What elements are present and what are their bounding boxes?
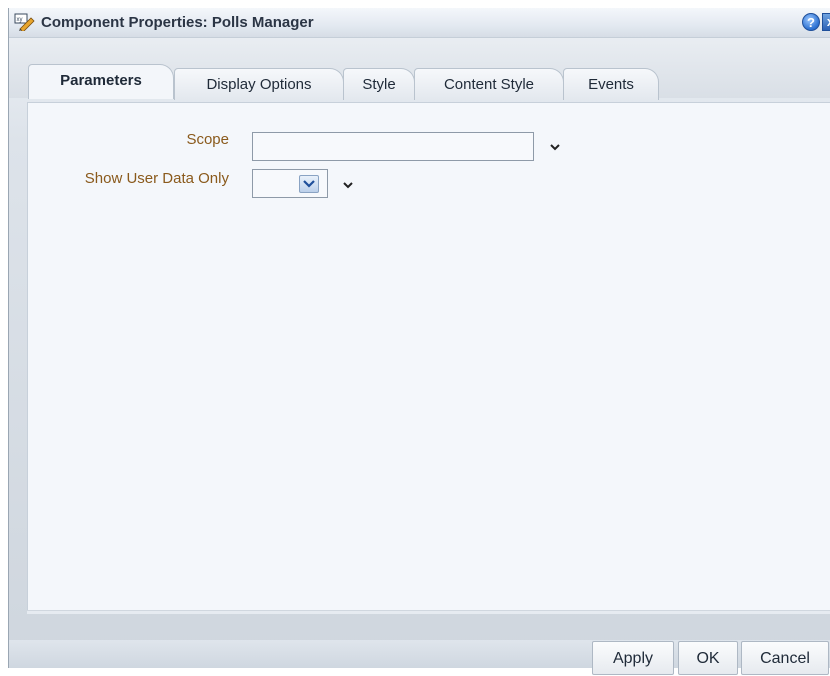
tab-events[interactable]: Events bbox=[563, 68, 659, 100]
tab-label: Content Style bbox=[443, 76, 535, 93]
help-icon[interactable]: ? bbox=[802, 13, 820, 31]
cancel-button[interactable]: Cancel bbox=[741, 641, 829, 675]
select-dropdown-button[interactable] bbox=[299, 175, 319, 193]
show-user-data-only-select[interactable] bbox=[252, 169, 328, 198]
tab-style[interactable]: Style bbox=[343, 68, 415, 100]
tab-parameters[interactable]: Parameters bbox=[28, 64, 174, 99]
component-properties-icon: xy bbox=[14, 13, 36, 33]
apply-button[interactable]: Apply bbox=[592, 641, 674, 675]
tab-label: Style bbox=[362, 76, 396, 93]
tab-label: Events bbox=[588, 76, 634, 93]
chevron-down-icon[interactable] bbox=[548, 142, 562, 152]
tab-label: Parameters bbox=[60, 72, 142, 89]
component-properties-dialog: xy Component Properties: Polls Manager ?… bbox=[8, 8, 830, 675]
close-icon[interactable]: x bbox=[822, 13, 830, 31]
tab-display-options[interactable]: Display Options bbox=[174, 68, 344, 100]
panel-divider bbox=[27, 610, 830, 614]
ok-button[interactable]: OK bbox=[678, 641, 738, 675]
tab-label: Display Options bbox=[206, 76, 312, 93]
svg-text:xy: xy bbox=[17, 17, 23, 23]
dialog-title: Component Properties: Polls Manager bbox=[41, 14, 314, 31]
tab-content-style[interactable]: Content Style bbox=[414, 68, 564, 100]
show-user-data-only-label: Show User Data Only bbox=[84, 170, 229, 187]
chevron-down-icon[interactable] bbox=[341, 180, 355, 190]
title-bar[interactable]: xy Component Properties: Polls Manager ?… bbox=[9, 8, 830, 38]
scope-label: Scope bbox=[186, 131, 229, 148]
scope-input[interactable] bbox=[252, 132, 534, 161]
